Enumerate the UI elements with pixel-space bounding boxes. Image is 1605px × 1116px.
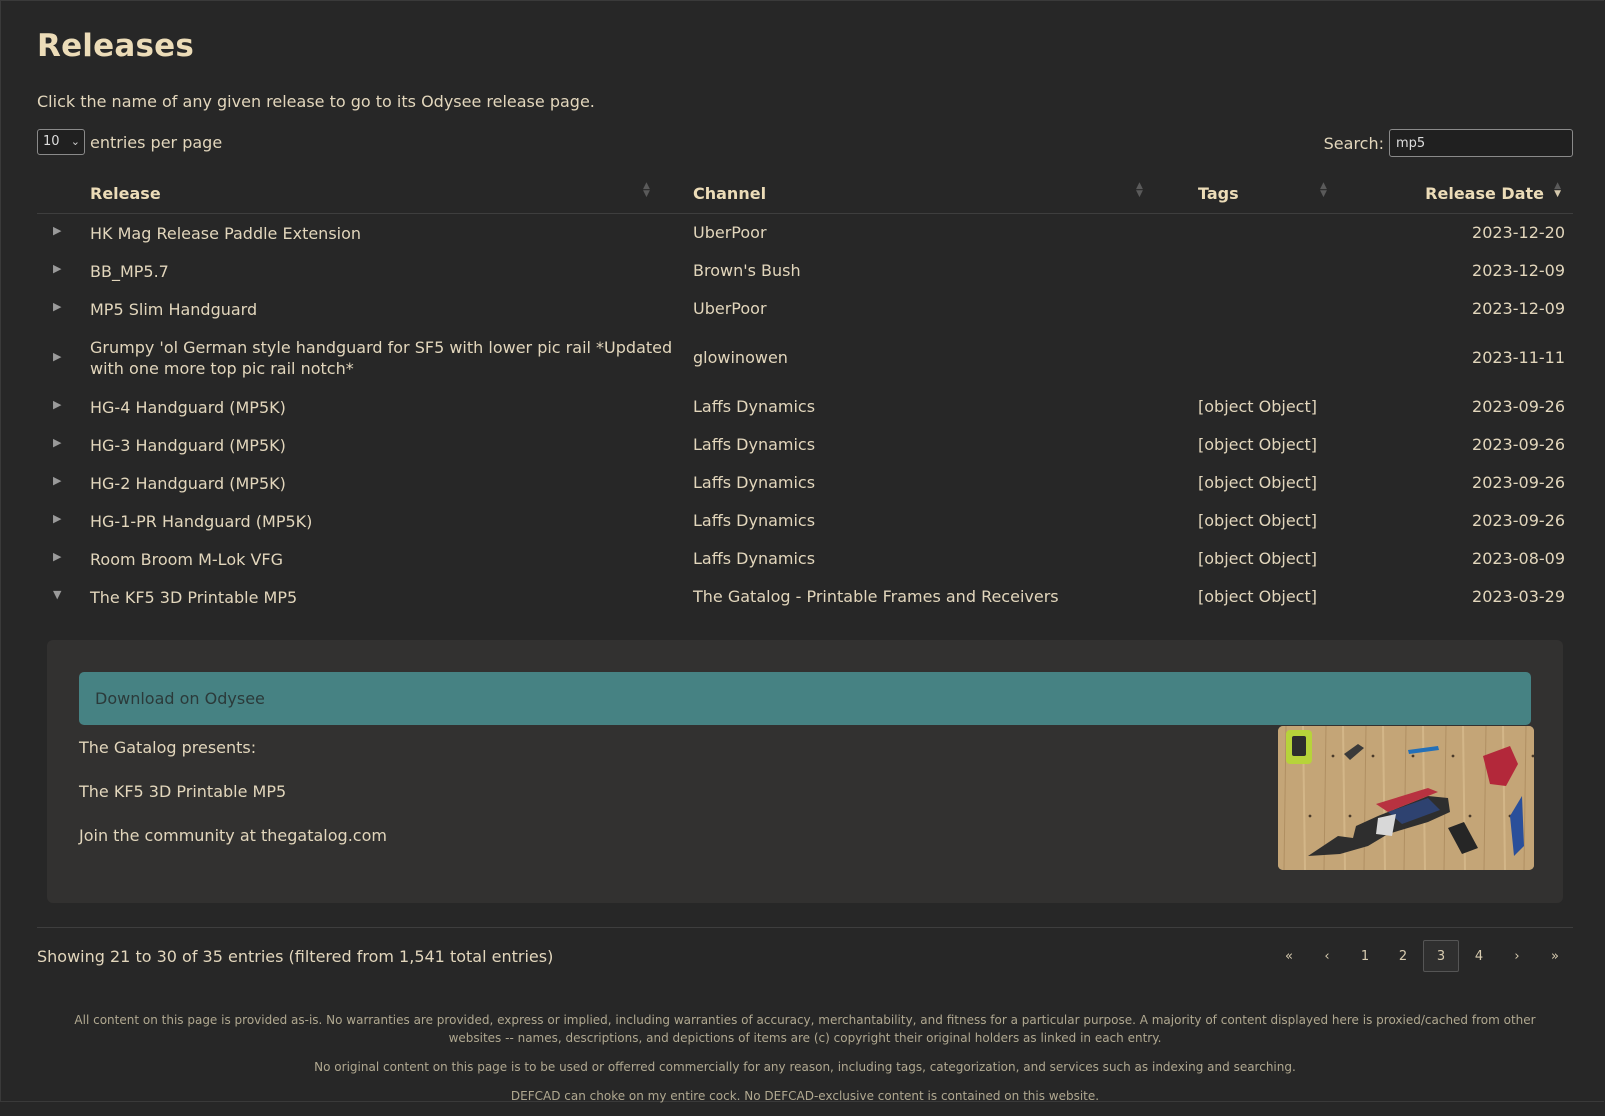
date-cell: 2023-09-26 — [1472, 511, 1565, 530]
date-cell: 2023-09-26 — [1472, 435, 1565, 454]
table-row: ▶ HG-1-PR Handguard (MP5K) Laffs Dynamic… — [37, 502, 1573, 540]
table-row: ▶ HG-2 Handguard (MP5K) Laffs Dynamics [… — [37, 464, 1573, 502]
release-link[interactable]: Room Broom M-Lok VFG — [90, 549, 680, 570]
channel-cell: The Gatalog - Printable Frames and Recei… — [693, 587, 1059, 606]
download-on-odysee-button[interactable]: Download on Odysee — [79, 672, 1531, 725]
expand-row-icon[interactable]: ▶ — [53, 224, 61, 237]
pagination-last-button[interactable]: » — [1537, 940, 1573, 972]
date-cell: 2023-09-26 — [1472, 397, 1565, 416]
pagination-page-3-current[interactable]: 3 — [1423, 940, 1459, 972]
table-row: ▶ BB_MP5.7 Brown's Bush 2023-12-09 — [37, 252, 1573, 290]
disclaimer-footer: All content on this page is provided as-… — [57, 1011, 1553, 1116]
release-link[interactable]: HG-1-PR Handguard (MP5K) — [90, 511, 680, 532]
table-row: ▶ HG-4 Handguard (MP5K) Laffs Dynamics [… — [37, 388, 1573, 426]
tags-cell: [object Object] — [1198, 511, 1317, 530]
pagination-page-2[interactable]: 2 — [1385, 940, 1421, 972]
tags-cell: [object Object] — [1198, 549, 1317, 568]
date-cell: 2023-12-09 — [1472, 299, 1565, 318]
release-link[interactable]: The KF5 3D Printable MP5 — [90, 587, 680, 608]
table-row: ▶ Grumpy 'ol German style handguard for … — [37, 328, 1573, 388]
expand-row-icon[interactable]: ▶ — [53, 300, 61, 313]
expand-row-icon[interactable]: ▶ — [53, 474, 61, 487]
pagination-previous-button[interactable]: ‹ — [1309, 940, 1345, 972]
entries-per-page-value: 10 — [43, 134, 60, 149]
sort-descending-icon[interactable]: ▲ ▼ — [1554, 182, 1561, 199]
pagination-page-1[interactable]: 1 — [1347, 940, 1383, 972]
expand-row-icon[interactable]: ▶ — [53, 262, 61, 275]
date-cell: 2023-09-26 — [1472, 473, 1565, 492]
channel-cell: Laffs Dynamics — [693, 511, 816, 530]
description-line: Join the community at thegatalog.com — [79, 826, 387, 845]
release-details-panel: Download on Odysee The Gatalog presents:… — [47, 640, 1563, 903]
sort-icon[interactable]: ▲ ▼ — [643, 182, 650, 199]
pagination-page-4[interactable]: 4 — [1461, 940, 1497, 972]
column-header-release[interactable]: Release — [90, 184, 161, 203]
disclaimer-text: DEFCAD can choke on my entire cock. No D… — [510, 1089, 1100, 1103]
date-cell: 2023-12-09 — [1472, 261, 1565, 280]
tags-cell: [object Object] — [1198, 587, 1317, 606]
entries-per-page-label: entries per page — [90, 132, 223, 152]
pagination-next-button[interactable]: › — [1499, 940, 1535, 972]
collapse-row-icon[interactable]: ▼ — [53, 588, 61, 601]
table-row: ▼ The KF5 3D Printable MP5 The Gatalog -… — [37, 578, 1573, 616]
date-cell: 2023-11-11 — [1472, 348, 1565, 367]
disclaimer-text: All content on this page is provided as-… — [74, 1013, 1536, 1045]
channel-cell: Laffs Dynamics — [693, 549, 816, 568]
table-header: Release ▲ ▼ Channel ▲ ▼ Tags ▲ ▼ Release Da… — [37, 172, 1573, 214]
date-cell: 2023-08-09 — [1472, 549, 1565, 568]
description-line: The Gatalog presents: — [79, 738, 257, 757]
table-info: Showing 21 to 30 of 35 entries (filtered… — [37, 947, 554, 966]
page-intro: Click the name of any given release to g… — [37, 92, 595, 111]
column-header-tags[interactable]: Tags — [1198, 184, 1239, 203]
expand-row-icon[interactable]: ▶ — [53, 550, 61, 563]
page-title: Releases — [37, 28, 194, 64]
description-line: The KF5 3D Printable MP5 — [79, 782, 287, 801]
search-control: Search: — [1324, 129, 1573, 157]
expand-row-icon[interactable]: ▶ — [53, 350, 61, 363]
release-link[interactable]: HG-4 Handguard (MP5K) — [90, 397, 680, 418]
column-header-channel[interactable]: Channel — [693, 184, 766, 203]
tags-cell: [object Object] — [1198, 397, 1317, 416]
column-header-release-date[interactable]: Release Date — [1425, 184, 1544, 203]
channel-cell: glowinowen — [693, 348, 788, 367]
release-thumbnail — [1278, 726, 1534, 870]
pagination-first-button[interactable]: « — [1271, 940, 1307, 972]
footer-divider — [37, 927, 1573, 928]
search-input[interactable] — [1389, 129, 1573, 157]
sort-icon[interactable]: ▲ ▼ — [1320, 182, 1327, 199]
expand-row-icon[interactable]: ▶ — [53, 398, 61, 411]
release-link[interactable]: HG-2 Handguard (MP5K) — [90, 473, 680, 494]
channel-cell: UberPoor — [693, 299, 767, 318]
search-label: Search: — [1323, 133, 1384, 153]
pagination: « ‹ 1 2 3 4 › » — [1269, 940, 1573, 972]
channel-cell: Laffs Dynamics — [693, 397, 816, 416]
table-row: ▶ MP5 Slim Handguard UberPoor 2023-12-09 — [37, 290, 1573, 328]
date-cell: 2023-03-29 — [1472, 587, 1565, 606]
release-link[interactable]: HG-3 Handguard (MP5K) — [90, 435, 680, 456]
table-row: ▶ HK Mag Release Paddle Extension UberPo… — [37, 214, 1573, 252]
release-description: The Gatalog presents: The KF5 3D Printab… — [79, 737, 387, 869]
table-row: ▶ HG-3 Handguard (MP5K) Laffs Dynamics [… — [37, 426, 1573, 464]
release-link[interactable]: Grumpy 'ol German style handguard for SF… — [90, 337, 680, 379]
release-link[interactable]: MP5 Slim Handguard — [90, 299, 680, 320]
channel-cell: Brown's Bush — [693, 261, 801, 280]
table-body: ▶ HK Mag Release Paddle Extension UberPo… — [37, 214, 1573, 616]
thumbnail-image — [1278, 726, 1534, 870]
tags-cell: [object Object] — [1198, 435, 1317, 454]
channel-cell: UberPoor — [693, 223, 767, 242]
expand-row-icon[interactable]: ▶ — [53, 512, 61, 525]
disclaimer-text: No original content on this page is to b… — [314, 1060, 1296, 1074]
release-link[interactable]: BB_MP5.7 — [90, 261, 680, 282]
table-row: ▶ Room Broom M-Lok VFG Laffs Dynamics [o… — [37, 540, 1573, 578]
release-link[interactable]: HK Mag Release Paddle Extension — [90, 223, 680, 244]
chevron-down-icon: ⌄ — [70, 135, 80, 148]
sort-icon[interactable]: ▲ ▼ — [1136, 182, 1143, 199]
expand-row-icon[interactable]: ▶ — [53, 436, 61, 449]
date-cell: 2023-12-20 — [1472, 223, 1565, 242]
channel-cell: Laffs Dynamics — [693, 435, 816, 454]
entries-length-control: 10 ⌄ entries per page — [37, 129, 222, 155]
channel-cell: Laffs Dynamics — [693, 473, 816, 492]
tags-cell: [object Object] — [1198, 473, 1317, 492]
entries-per-page-select[interactable]: 10 ⌄ — [37, 129, 85, 155]
